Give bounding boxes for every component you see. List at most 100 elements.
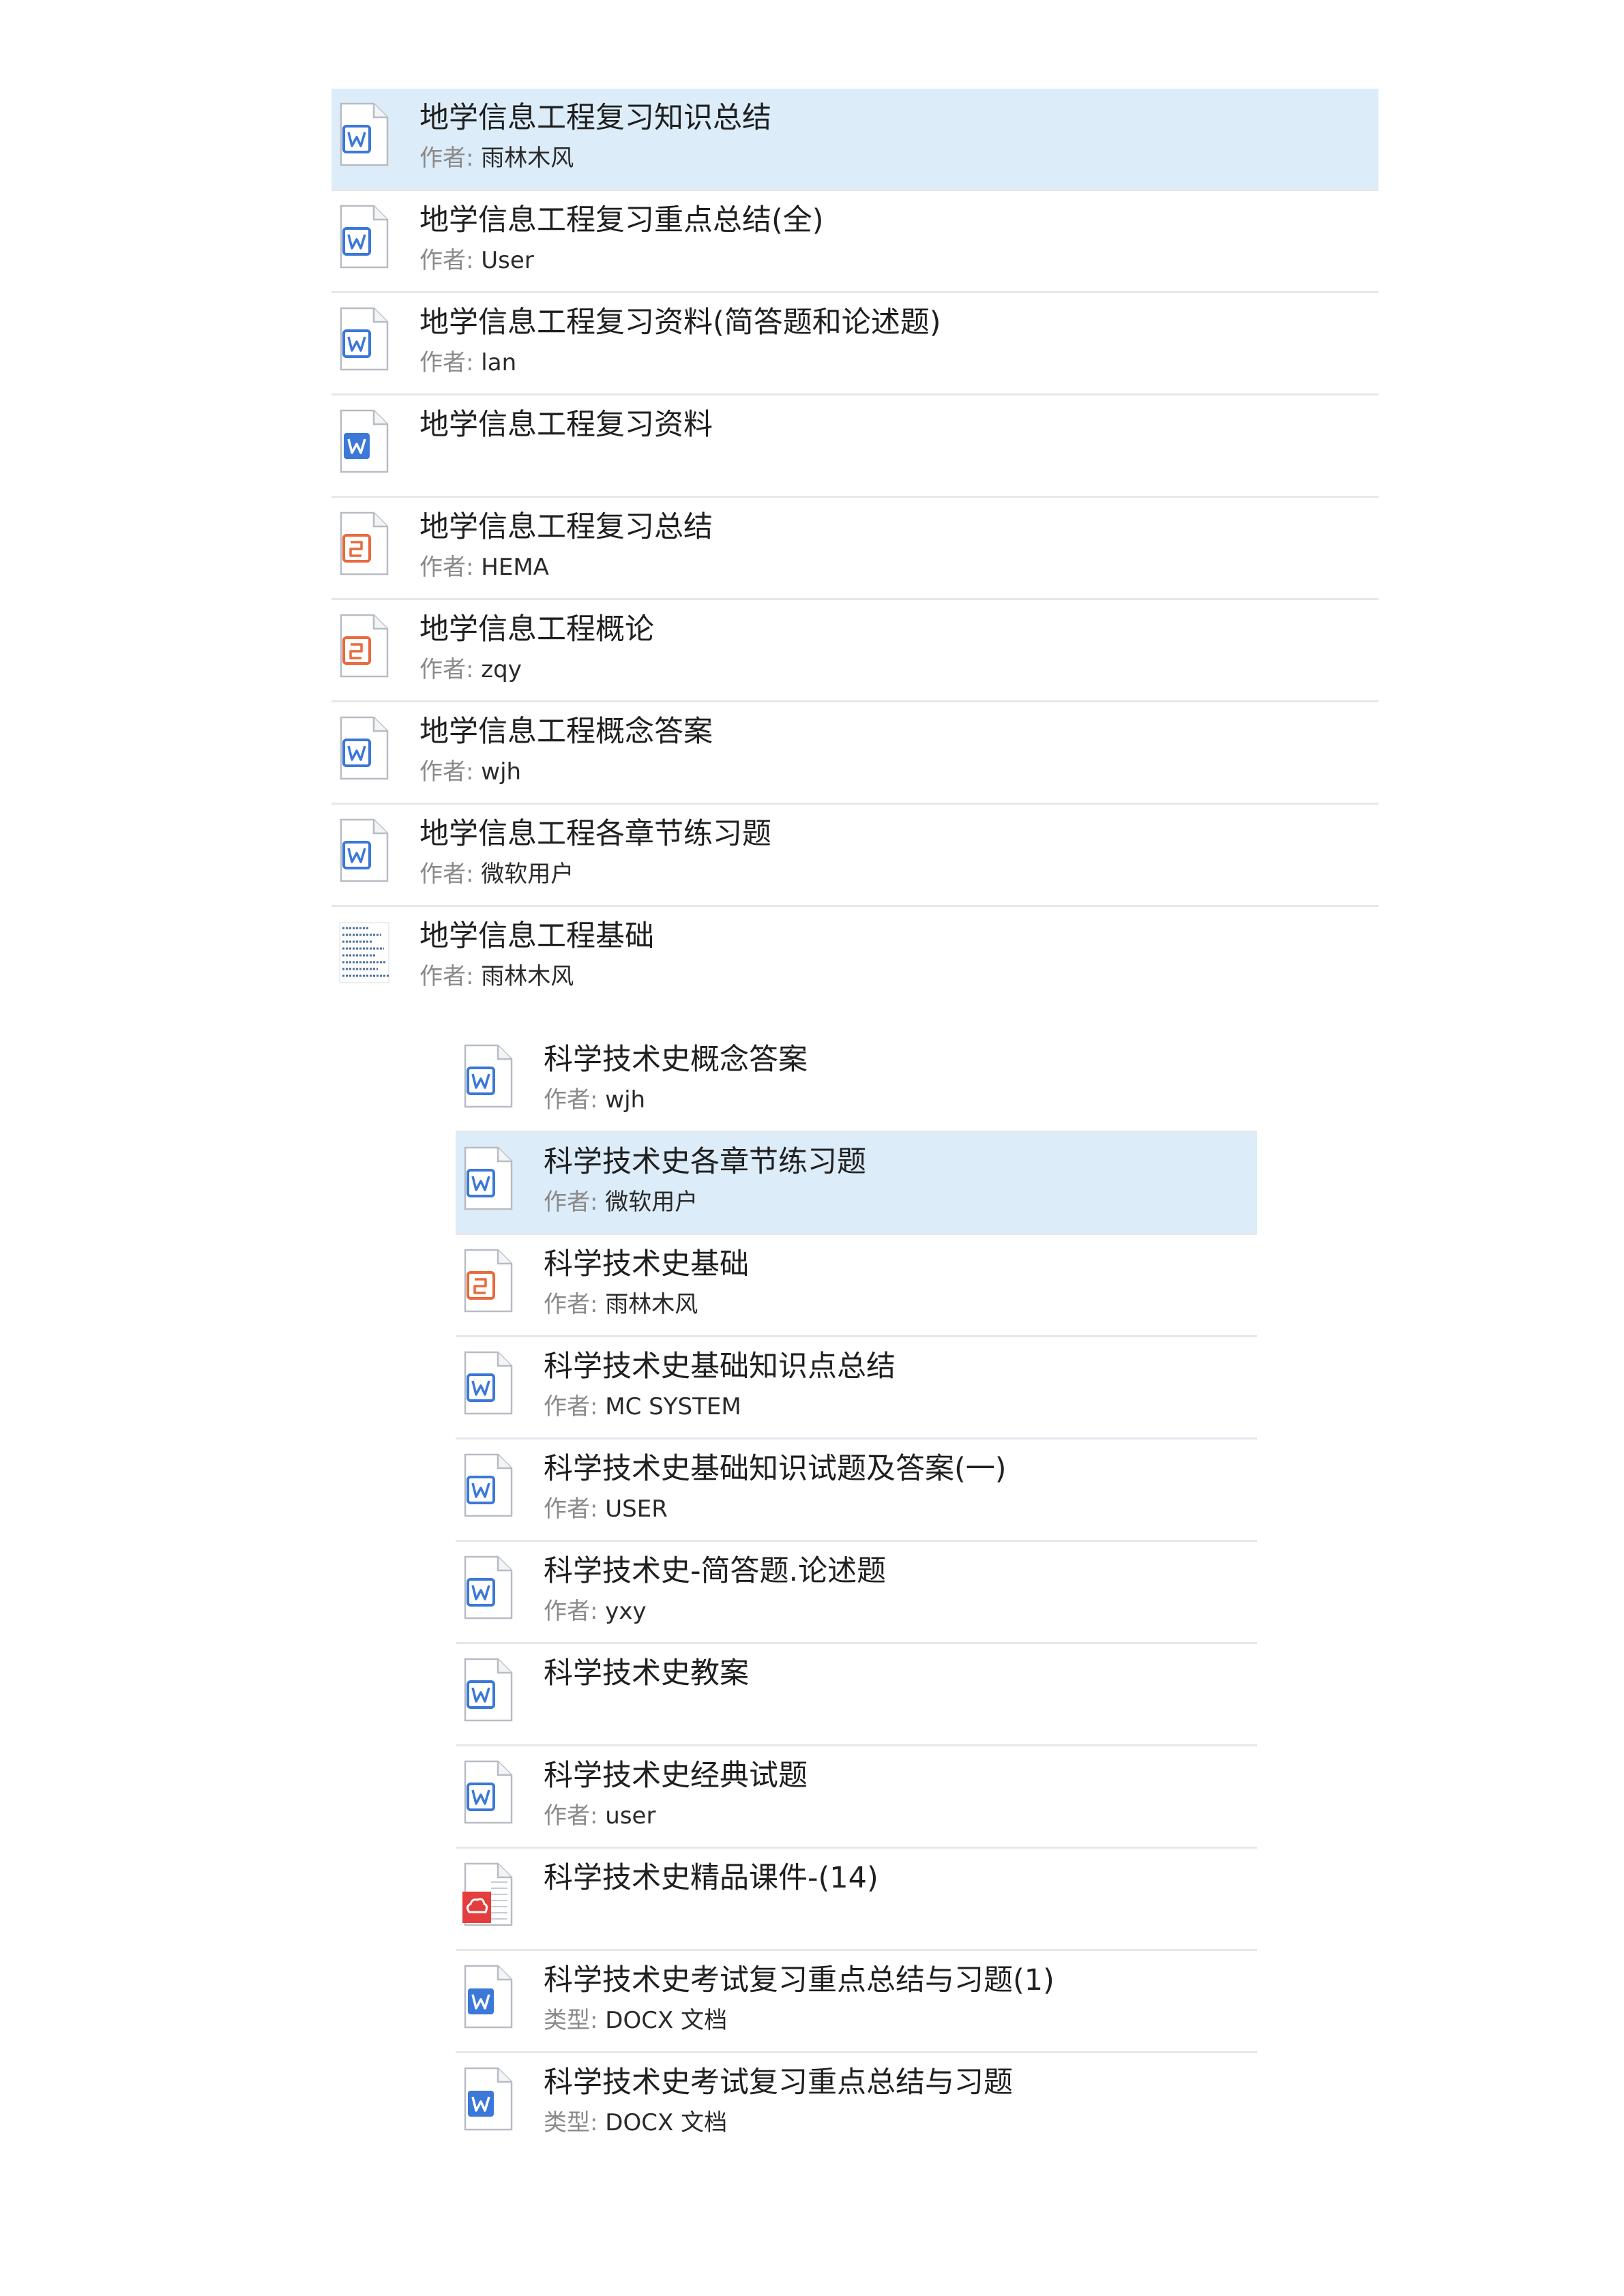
file-list-item[interactable]: 地学信息工程概念答案作者: wjh xyxy=(331,702,1378,805)
file-meta: 作者: wjh xyxy=(544,1086,645,1114)
word-doc-icon xyxy=(462,1043,514,1109)
meta-value: MC SYSTEM xyxy=(605,1393,741,1420)
file-name: 科学技术史基础 xyxy=(544,1247,749,1281)
file-list-item[interactable]: 科学技术史考试复习重点总结与习题类型: DOCX 文档 xyxy=(456,2053,1257,2156)
meta-label: 作者: xyxy=(544,1189,598,1216)
file-meta: 作者: 雨林木风 xyxy=(419,963,574,991)
word-doc-filled-icon xyxy=(462,1964,514,2029)
meta-value: DOCX 文档 xyxy=(605,2109,728,2136)
meta-value: DOCX 文档 xyxy=(605,2007,728,2034)
word-doc-icon xyxy=(462,1759,514,1825)
file-meta: 作者: user xyxy=(544,1802,655,1830)
file-name: 地学信息工程复习总结 xyxy=(419,510,713,544)
file-list-item[interactable]: 地学信息工程基础作者: 雨林木风 xyxy=(331,907,1378,1009)
file-name: 科学技术史-简答题.论述题 xyxy=(544,1554,887,1588)
file-list-item[interactable]: 科学技术史教案 xyxy=(456,1644,1257,1746)
meta-label: 作者: xyxy=(544,1802,598,1830)
meta-value: USER xyxy=(605,1495,668,1523)
file-list-item[interactable]: 科学技术史各章节练习题 作者: 微软用户 xyxy=(456,1133,1257,1235)
meta-value: 雨林木风 xyxy=(481,145,574,172)
meta-value: 微软用户 xyxy=(605,1189,698,1216)
word-doc-icon xyxy=(338,204,390,269)
pdf-doc-icon xyxy=(462,1862,514,1927)
file-name: 科学技术史考试复习重点总结与习题 xyxy=(544,2066,1013,2100)
file-name: 科学技术史经典试题 xyxy=(544,1759,808,1793)
file-meta: 作者: zqy xyxy=(419,656,522,684)
file-name: 科学技术史教案 xyxy=(544,1656,749,1690)
file-list-item[interactable]: 地学信息工程各章节练习题作者: 微软用户 xyxy=(331,805,1378,907)
file-list-item[interactable]: 科学技术史基础知识点总结 作者: MC SYSTEM xyxy=(456,1337,1257,1440)
file-meta: 作者: MC SYSTEM xyxy=(544,1393,741,1421)
file-list-item[interactable]: 地学信息工程复习知识总结作者: 雨林木风 xyxy=(331,89,1378,191)
meta-label: 作者: xyxy=(544,1086,598,1114)
meta-label: 作者: xyxy=(419,758,474,786)
file-name: 科学技术史基础知识试题及答案(一) xyxy=(544,1452,1007,1486)
file-list-item[interactable]: 地学信息工程复习总结作者: HEMA xyxy=(331,498,1378,600)
meta-value: wjh xyxy=(605,1086,646,1114)
file-meta: 作者: 雨林木风 xyxy=(419,145,574,173)
meta-value: zqy xyxy=(481,656,522,683)
meta-label: 作者: xyxy=(544,1598,598,1625)
meta-label: 类型: xyxy=(544,2109,598,2136)
file-name: 科学技术史考试复习重点总结与习题(1) xyxy=(544,1963,1054,1997)
file-name: 科学技术史概念答案 xyxy=(544,1043,808,1077)
file-meta: 作者: wjh xyxy=(419,758,521,786)
file-list-item[interactable]: 地学信息工程概论 作者: zqy xyxy=(331,600,1378,702)
ppt-doc-icon xyxy=(462,1248,514,1313)
word-doc-filled-icon xyxy=(462,2066,514,2132)
document-thumbnail-icon xyxy=(338,920,390,985)
file-name: 地学信息工程复习资料 xyxy=(419,408,713,442)
file-list-item[interactable]: 科学技术史概念答案作者: wjh xyxy=(456,1030,1257,1133)
word-doc-filled-icon xyxy=(338,408,390,474)
meta-label: 作者: xyxy=(419,349,474,376)
word-doc-icon xyxy=(462,1452,514,1518)
file-list-item[interactable]: 地学信息工程复习资料(简答题和论述题) 作者: lan xyxy=(331,293,1378,396)
file-name: 地学信息工程复习资料(简答题和论述题) xyxy=(419,305,941,340)
file-list-item[interactable]: 科学技术史-简答题.论述题作者: yxy xyxy=(456,1542,1257,1644)
file-list-history: 科学技术史概念答案 作者: wjh 科学技术史各章节练习题 作者: 微软用户 科学技术史… xyxy=(456,1030,1257,2156)
file-name: 地学信息工程复习重点总结(全) xyxy=(419,203,824,237)
word-doc-icon xyxy=(338,818,390,883)
meta-value: 微软用户 xyxy=(481,861,574,888)
file-list-item[interactable]: 科学技术史考试复习重点总结与习题(1) 类型: DOCX 文档 xyxy=(456,1951,1257,2053)
meta-label: 作者: xyxy=(419,247,474,274)
file-meta: 作者: User xyxy=(419,247,534,275)
word-doc-icon xyxy=(462,1146,514,1211)
meta-label: 类型: xyxy=(544,2007,598,2034)
file-name: 地学信息工程各章节练习题 xyxy=(419,817,771,851)
word-doc-icon xyxy=(338,102,390,167)
meta-label: 作者: xyxy=(419,554,474,581)
file-list-item[interactable]: 地学信息工程复习重点总结(全) 作者: User xyxy=(331,191,1378,293)
file-meta: 类型: DOCX 文档 xyxy=(544,2109,727,2137)
file-name: 地学信息工程复习知识总结 xyxy=(419,101,771,135)
file-name: 地学信息工程概念答案 xyxy=(419,715,713,749)
file-name: 科学技术史精品课件-(14) xyxy=(544,1861,879,1895)
file-list-item[interactable]: 地学信息工程复习资料 xyxy=(331,396,1378,498)
ppt-doc-icon xyxy=(338,511,390,576)
file-list-geo: 地学信息工程复习知识总结 作者: 雨林木风 地学信息工程复习重点总结(全) 作者: U… xyxy=(331,89,1378,1009)
file-meta: 作者: 微软用户 xyxy=(544,1189,698,1217)
meta-label: 作者: xyxy=(419,861,474,888)
meta-value: HEMA xyxy=(481,554,549,581)
meta-label: 作者: xyxy=(419,145,474,172)
file-meta: 作者: yxy xyxy=(544,1598,647,1626)
file-list-item[interactable]: 科学技术史精品课件-(14) xyxy=(456,1849,1257,1951)
file-meta: 作者: 微软用户 xyxy=(419,861,574,889)
meta-value: 雨林木风 xyxy=(605,1291,698,1318)
word-doc-icon xyxy=(462,1350,514,1416)
file-meta: 作者: lan xyxy=(419,349,516,377)
meta-label: 作者: xyxy=(544,1291,598,1318)
file-list-item[interactable]: 科学技术史基础作者: 雨林木风 xyxy=(456,1235,1257,1337)
file-meta: 作者: 雨林木风 xyxy=(544,1291,698,1319)
meta-label: 作者: xyxy=(544,1495,598,1523)
meta-value: yxy xyxy=(605,1598,647,1625)
file-list-item[interactable]: 科学技术史基础知识试题及答案(一) 作者: USER xyxy=(456,1440,1257,1542)
meta-value: user xyxy=(605,1802,656,1830)
meta-label: 作者: xyxy=(419,963,474,990)
file-list-item[interactable]: 科学技术史经典试题作者: user xyxy=(456,1746,1257,1849)
word-doc-icon xyxy=(338,715,390,781)
file-name: 地学信息工程基础 xyxy=(419,919,654,953)
meta-value: lan xyxy=(481,349,517,376)
meta-label: 作者: xyxy=(419,656,474,683)
file-meta: 类型: DOCX 文档 xyxy=(544,2007,727,2035)
